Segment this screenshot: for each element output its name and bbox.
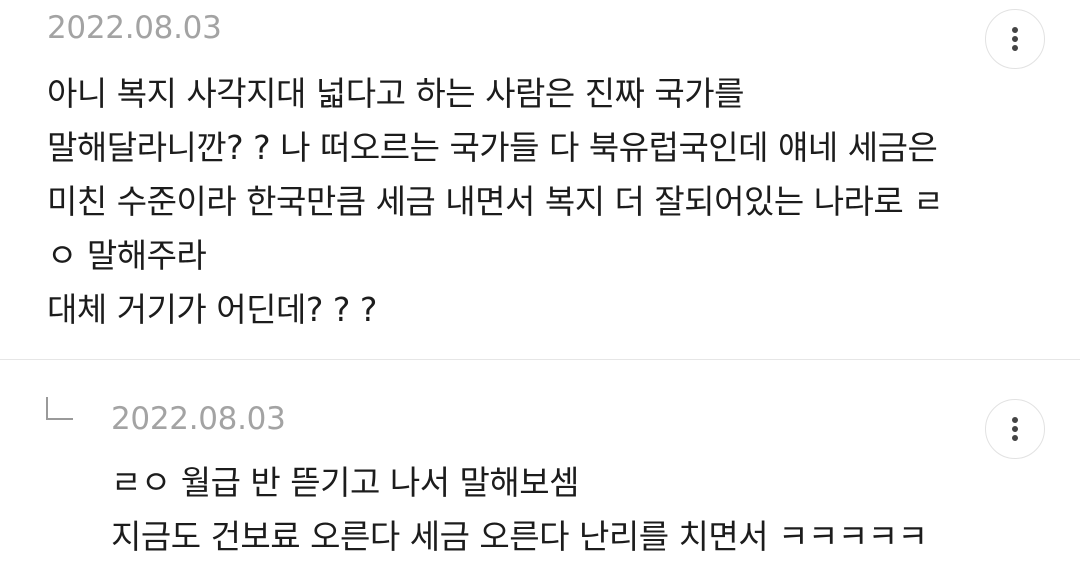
more-options-button[interactable] — [985, 9, 1045, 69]
reply-text: ㄹㅇ 월급 반 뜯기고 나서 말해보셈 지금도 건보료 오른다 세금 오른다 난… — [111, 456, 1031, 564]
comment-line: 말해달라니깐? ? 나 떠오르는 국가들 다 북유럽국인데 얘네 세금은 — [47, 128, 938, 167]
more-vertical-icon — [1012, 27, 1018, 51]
reply-line: 지금도 건보료 오른다 세금 오른다 난리를 치면서 ㅋㅋㅋㅋㅋ — [111, 517, 928, 556]
reply-arrow-icon — [46, 397, 73, 420]
comment-line: ㅇ 말해주라 — [47, 236, 207, 275]
comment-line: 미친 수준이라 한국만큼 세금 내면서 복지 더 잘되어있는 나라로 ㄹ — [47, 182, 944, 221]
comment-line: 대체 거기가 어딘데? ? ? — [47, 290, 377, 329]
comment-date: 2022.08.03 — [47, 10, 222, 46]
reply-date: 2022.08.03 — [111, 401, 286, 437]
reply-item: 2022.08.03 ㄹㅇ 월급 반 뜯기고 나서 말해보셈 지금도 건보료 오… — [0, 361, 1080, 585]
more-options-button[interactable] — [985, 399, 1045, 459]
comment-text: 아니 복지 사각지대 넓다고 하는 사람은 진짜 국가를 말해달라니깐? ? 나… — [47, 67, 1007, 337]
comment-item: 2022.08.03 아니 복지 사각지대 넓다고 하는 사람은 진짜 국가를 … — [0, 0, 1080, 360]
more-vertical-icon — [1012, 417, 1018, 441]
reply-line: ㄹㅇ 월급 반 뜯기고 나서 말해보셈 — [111, 463, 580, 502]
comment-divider — [0, 359, 1080, 360]
comment-line: 아니 복지 사각지대 넓다고 하는 사람은 진짜 국가를 — [47, 74, 745, 113]
